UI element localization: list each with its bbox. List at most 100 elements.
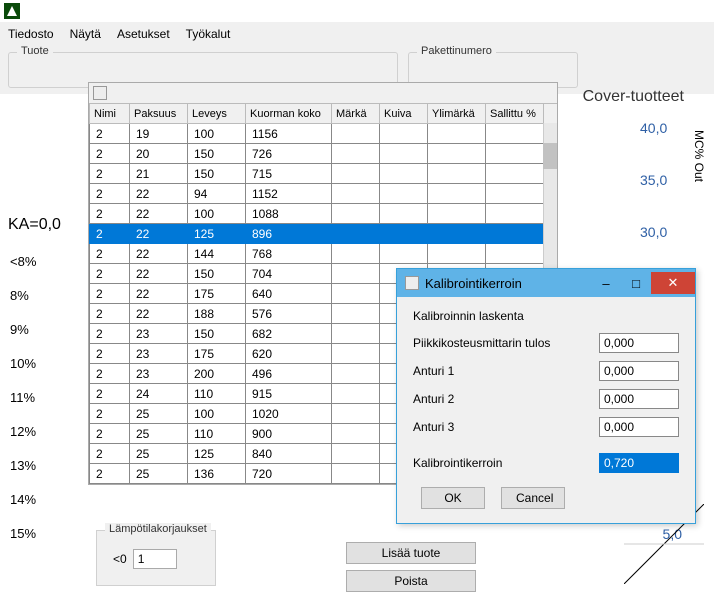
menu-view[interactable]: Näytä [70, 27, 101, 41]
table-cell[interactable]: 19 [130, 124, 188, 144]
minimize-button[interactable]: – [591, 272, 621, 294]
table-row[interactable]: 221150715 [90, 164, 558, 184]
table-cell[interactable] [380, 124, 428, 144]
table-cell[interactable] [486, 224, 544, 244]
table-cell[interactable]: 20 [130, 144, 188, 164]
table-cell[interactable] [332, 424, 380, 444]
close-button[interactable]: ✕ [651, 272, 695, 294]
table-cell[interactable]: 900 [246, 424, 332, 444]
table-cell[interactable]: 23 [130, 344, 188, 364]
table-cell[interactable]: 22 [130, 264, 188, 284]
table-row[interactable]: 222125896 [90, 224, 558, 244]
table-cell[interactable]: 1156 [246, 124, 332, 144]
table-cell[interactable]: 2 [90, 404, 130, 424]
table-cell[interactable]: 144 [188, 244, 246, 264]
table-cell[interactable]: 2 [90, 164, 130, 184]
table-cell[interactable]: 2 [90, 264, 130, 284]
table-cell[interactable] [486, 144, 544, 164]
table-cell[interactable] [332, 444, 380, 464]
table-cell[interactable] [332, 224, 380, 244]
table-cell[interactable] [380, 204, 428, 224]
table-cell[interactable]: 1088 [246, 204, 332, 224]
table-cell[interactable] [332, 384, 380, 404]
table-row[interactable]: 222144768 [90, 244, 558, 264]
table-cell[interactable]: 496 [246, 364, 332, 384]
table-row[interactable]: 220150726 [90, 144, 558, 164]
table-cell[interactable] [332, 404, 380, 424]
table-cell[interactable]: 22 [130, 184, 188, 204]
table-cell[interactable] [428, 124, 486, 144]
table-cell[interactable]: 2 [90, 324, 130, 344]
table-cell[interactable]: 2 [90, 204, 130, 224]
maximize-button[interactable]: □ [621, 272, 651, 294]
table-cell[interactable]: 25 [130, 444, 188, 464]
table-cell[interactable]: 840 [246, 444, 332, 464]
table-cell[interactable] [332, 364, 380, 384]
delete-button[interactable]: Poista [346, 570, 476, 592]
menu-settings[interactable]: Asetukset [117, 27, 170, 41]
table-header[interactable]: Sallittu % [486, 104, 544, 124]
table-cell[interactable]: 22 [130, 204, 188, 224]
factor-input[interactable] [599, 453, 679, 473]
table-row[interactable]: 2221001088 [90, 204, 558, 224]
grid-scrollbar-thumb[interactable] [543, 143, 557, 169]
table-cell[interactable]: 576 [246, 304, 332, 324]
table-cell[interactable] [332, 144, 380, 164]
table-cell[interactable] [486, 164, 544, 184]
table-cell[interactable] [380, 224, 428, 244]
anturi3-input[interactable] [599, 417, 679, 437]
table-cell[interactable]: 22 [130, 284, 188, 304]
table-cell[interactable]: 915 [246, 384, 332, 404]
table-cell[interactable] [332, 284, 380, 304]
table-cell[interactable]: 2 [90, 184, 130, 204]
table-cell[interactable]: 2 [90, 244, 130, 264]
table-cell[interactable] [428, 224, 486, 244]
table-row[interactable]: 222941152 [90, 184, 558, 204]
table-cell[interactable]: 24 [130, 384, 188, 404]
table-cell[interactable]: 2 [90, 364, 130, 384]
table-cell[interactable] [486, 184, 544, 204]
table-cell[interactable] [332, 164, 380, 184]
table-cell[interactable] [380, 184, 428, 204]
table-cell[interactable] [380, 164, 428, 184]
table-cell[interactable]: 2 [90, 384, 130, 404]
table-row[interactable]: 2191001156 [90, 124, 558, 144]
table-cell[interactable] [332, 244, 380, 264]
table-cell[interactable]: 2 [90, 144, 130, 164]
table-cell[interactable] [332, 464, 380, 484]
table-cell[interactable] [428, 204, 486, 224]
table-cell[interactable]: 1152 [246, 184, 332, 204]
anturi2-input[interactable] [599, 389, 679, 409]
table-cell[interactable]: 2 [90, 464, 130, 484]
menu-file[interactable]: Tiedosto [8, 27, 54, 41]
table-header[interactable]: Nimi [90, 104, 130, 124]
table-cell[interactable]: 150 [188, 324, 246, 344]
table-cell[interactable] [428, 144, 486, 164]
table-cell[interactable]: 768 [246, 244, 332, 264]
table-cell[interactable] [332, 344, 380, 364]
table-cell[interactable]: 150 [188, 144, 246, 164]
table-cell[interactable]: 100 [188, 124, 246, 144]
table-cell[interactable]: 200 [188, 364, 246, 384]
table-cell[interactable]: 188 [188, 304, 246, 324]
table-cell[interactable]: 110 [188, 384, 246, 404]
table-cell[interactable]: 2 [90, 424, 130, 444]
table-cell[interactable]: 150 [188, 164, 246, 184]
spike-input[interactable] [599, 333, 679, 353]
table-cell[interactable]: 726 [246, 144, 332, 164]
table-cell[interactable]: 25 [130, 464, 188, 484]
table-header[interactable]: Märkä [332, 104, 380, 124]
table-cell[interactable] [332, 124, 380, 144]
table-cell[interactable]: 2 [90, 224, 130, 244]
dialog-titlebar[interactable]: Kalibrointikerroin – □ ✕ [397, 269, 695, 297]
cancel-button[interactable]: Cancel [501, 487, 565, 509]
table-cell[interactable]: 100 [188, 404, 246, 424]
table-header[interactable]: Leveys [188, 104, 246, 124]
table-cell[interactable]: 100 [188, 204, 246, 224]
table-cell[interactable]: 25 [130, 404, 188, 424]
table-cell[interactable]: 640 [246, 284, 332, 304]
table-header[interactable]: Kuiva [380, 104, 428, 124]
table-cell[interactable]: 175 [188, 284, 246, 304]
table-cell[interactable]: 136 [188, 464, 246, 484]
table-cell[interactable]: 2 [90, 444, 130, 464]
